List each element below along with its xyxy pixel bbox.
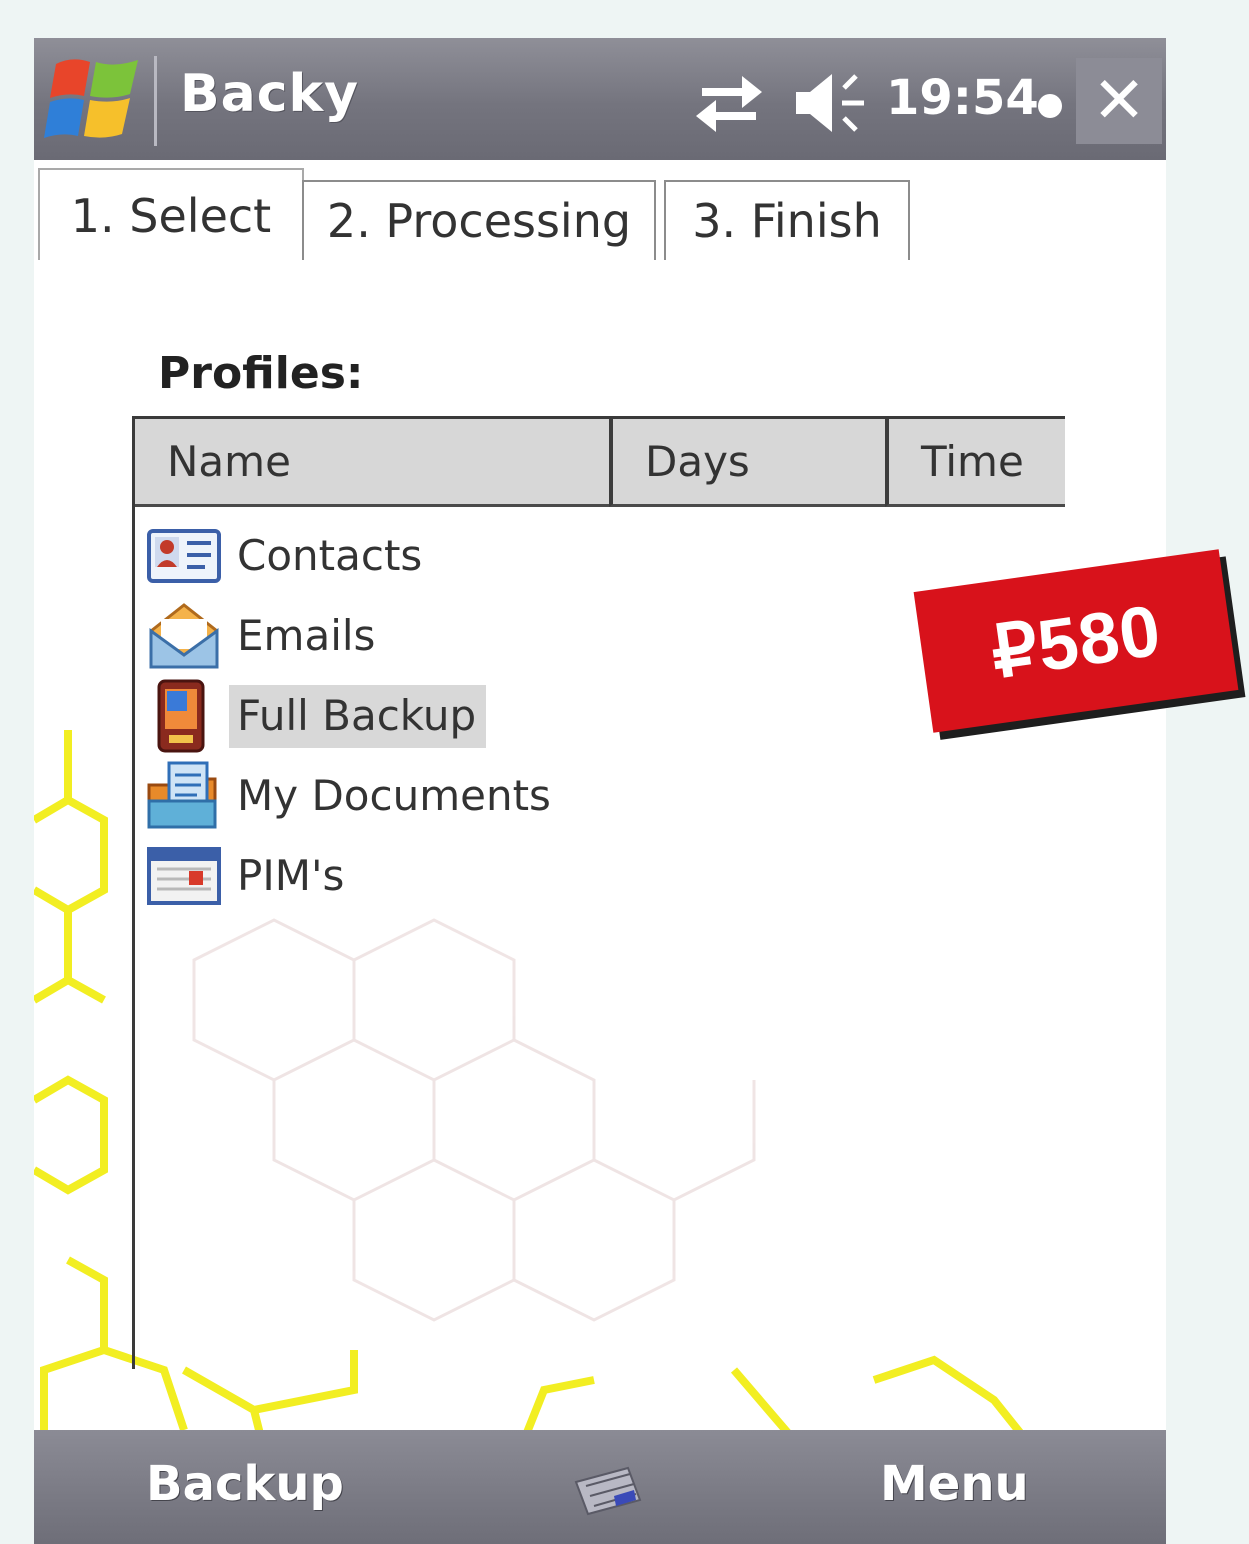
tab-strip: 1. Select 2. Processing 3. Finish [34, 160, 1166, 262]
list-item[interactable]: Full Backup [145, 677, 487, 755]
keyboard-icon[interactable] [570, 1460, 646, 1520]
list-item[interactable]: Emails [145, 597, 385, 675]
speaker-muted-icon[interactable] [792, 68, 872, 138]
title-separator [154, 56, 157, 146]
title-bar: Backy 19:54 ✕ [34, 38, 1166, 160]
list-header: Name Days Time [135, 419, 1065, 509]
list-item-label: Full Backup [229, 684, 487, 748]
contact-card-icon [147, 529, 221, 583]
windows-start-icon[interactable] [42, 52, 146, 148]
connectivity-icon[interactable] [692, 66, 766, 136]
list-item-label: Contacts [237, 530, 423, 580]
documents-folder-icon [147, 761, 217, 829]
clock[interactable]: 19:54 [886, 70, 1039, 126]
list-item-label: Emails [237, 610, 376, 660]
column-header-name[interactable]: Name [135, 419, 609, 507]
list-item[interactable]: Contacts [145, 517, 432, 595]
profiles-list[interactable]: Name Days Time Contacts Emails Full Back… [132, 416, 1065, 1369]
list-item[interactable]: My Documents [145, 757, 561, 835]
calendar-window-icon [147, 847, 221, 905]
list-item[interactable]: PIM's [145, 837, 354, 915]
softkey-bar: Backup Menu [34, 1430, 1166, 1544]
tab-select[interactable]: 1. Select [38, 168, 304, 262]
select-panel: Profiles: Name Days Time Contacts Emails… [34, 260, 1166, 1430]
pda-device-icon [157, 679, 205, 753]
list-item-label: My Documents [237, 770, 551, 820]
column-header-days[interactable]: Days [609, 419, 885, 507]
close-button[interactable]: ✕ [1076, 58, 1162, 144]
column-header-time[interactable]: Time [885, 419, 1065, 507]
tab-processing[interactable]: 2. Processing [302, 180, 656, 260]
notification-dot-icon [1038, 94, 1062, 118]
device-screen: Backy 19:54 ✕ 1. Select 2. Processing 3.… [34, 38, 1166, 1544]
envelope-icon [149, 603, 219, 669]
profiles-label: Profiles: [158, 348, 364, 399]
backup-softkey[interactable]: Backup [146, 1456, 344, 1512]
menu-softkey[interactable]: Menu [880, 1456, 1029, 1512]
app-title: Backy [180, 64, 360, 124]
list-item-label: PIM's [237, 850, 345, 900]
tab-finish[interactable]: 3. Finish [664, 180, 910, 260]
